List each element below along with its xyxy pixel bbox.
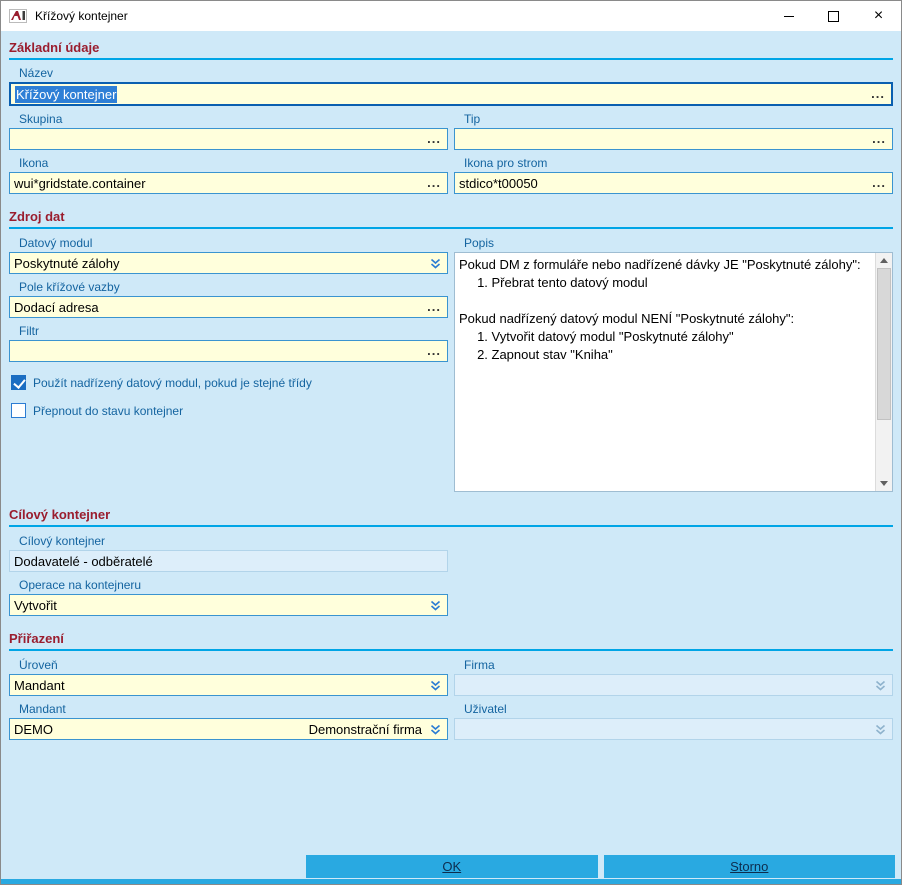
ok-button[interactable]: OK: [306, 855, 598, 878]
use-parent-dm-label: Použít nadřízený datový modul, pokud je …: [33, 375, 312, 390]
close-button[interactable]: ×: [856, 1, 901, 31]
cilovy-kontejner-label: Cílový kontejner: [19, 534, 106, 548]
switch-state-row: Přepnout do stavu kontejner: [11, 403, 448, 418]
app-icon: [9, 9, 27, 23]
uroven-label: Úroveň: [19, 658, 58, 672]
mandant-detail: Demonstrační firma: [308, 721, 422, 737]
pole-vazby-label: Pole křížové vazby: [19, 280, 120, 294]
use-parent-dm-row: Použít nadřízený datový modul, pokud je …: [11, 375, 448, 390]
ikona-label: Ikona: [19, 156, 49, 170]
title-bar: Křížový kontejner ×: [1, 1, 901, 31]
uzivatel-combo: [454, 718, 893, 740]
section-basic-header: Základní údaje: [9, 33, 893, 60]
pole-vazby-value: Dodací adresa: [14, 299, 99, 315]
uzivatel-label: Uživatel: [464, 702, 507, 716]
skupina-label: Skupina: [19, 112, 63, 126]
ikona-strom-field[interactable]: stdico*t00050 ...: [454, 172, 893, 194]
mandant-label: Mandant: [19, 702, 66, 716]
scrollbar-track[interactable]: [876, 268, 892, 476]
datovy-modul-label: Datový modul: [19, 236, 93, 250]
operace-combo[interactable]: Vytvořit: [9, 594, 448, 616]
storno-button[interactable]: Storno: [603, 855, 895, 878]
nazev-label: Název: [19, 66, 54, 80]
popis-text: Pokud DM z formuláře nebo nadřízené dávk…: [459, 257, 861, 362]
ikona-strom-label: Ikona pro strom: [464, 156, 548, 170]
scroll-up-icon: [880, 258, 888, 263]
uroven-combo[interactable]: Mandant: [9, 674, 448, 696]
tip-ellipsis-button[interactable]: ...: [869, 132, 889, 145]
ikona-ellipsis-button[interactable]: ...: [424, 176, 444, 189]
datovy-modul-dropdown-icon[interactable]: [426, 253, 444, 273]
uzivatel-dropdown-icon: [871, 719, 889, 739]
maximize-icon: [828, 10, 839, 22]
scroll-down-icon: [880, 481, 888, 486]
datovy-modul-combo[interactable]: Poskytnuté zálohy: [9, 252, 448, 274]
operace-label: Operace na kontejneru: [19, 578, 142, 592]
storno-button-label: Storno: [730, 859, 769, 874]
caption-buttons: ×: [766, 1, 901, 31]
uroven-dropdown-icon[interactable]: [426, 675, 444, 695]
mandant-combo[interactable]: DEMO Demonstrační firma: [9, 718, 448, 740]
popis-label: Popis: [464, 236, 495, 250]
minimize-icon: [783, 15, 794, 17]
ikona-field[interactable]: wui*gridstate.container ...: [9, 172, 448, 194]
uroven-value: Mandant: [14, 677, 65, 693]
pole-vazby-ellipsis-button[interactable]: ...: [424, 300, 444, 313]
minimize-button[interactable]: [766, 1, 811, 31]
ok-button-label: OK: [442, 859, 462, 874]
tip-field[interactable]: ...: [454, 128, 893, 150]
skupina-field[interactable]: ...: [9, 128, 448, 150]
scrollbar-thumb[interactable]: [877, 268, 891, 420]
firma-label: Firma: [464, 658, 495, 672]
ikona-strom-ellipsis-button[interactable]: ...: [869, 176, 889, 189]
close-icon: ×: [873, 7, 884, 24]
section-target-header: Cílový kontejner: [9, 500, 893, 527]
mandant-dropdown-icon[interactable]: [426, 719, 444, 739]
bottom-accent-bar: [1, 879, 901, 884]
firma-dropdown-icon: [871, 675, 889, 695]
filtr-label: Filtr: [19, 324, 39, 338]
ikona-strom-value: stdico*t00050: [459, 175, 538, 191]
mandant-value: DEMO: [14, 721, 53, 737]
scroll-down-button[interactable]: [876, 476, 892, 491]
cilovy-kontejner-field: Dodavatelé - odběratelé: [9, 550, 448, 572]
datovy-modul-value: Poskytnuté zálohy: [14, 255, 120, 271]
section-assignment-header: Přiřazení: [9, 624, 893, 651]
cilovy-kontejner-value: Dodavatelé - odběratelé: [14, 553, 153, 569]
ikona-value: wui*gridstate.container: [14, 175, 146, 191]
firma-combo: [454, 674, 893, 696]
nazev-value: Křížový kontejner: [15, 85, 118, 103]
popis-box: Pokud DM z formuláře nebo nadřízené dávk…: [454, 252, 893, 492]
switch-state-label: Přepnout do stavu kontejner: [33, 403, 184, 418]
switch-state-checkbox[interactable]: [11, 403, 26, 418]
operace-value: Vytvořit: [14, 597, 57, 613]
use-parent-dm-checkbox[interactable]: [11, 375, 26, 390]
skupina-ellipsis-button[interactable]: ...: [424, 132, 444, 145]
maximize-button[interactable]: [811, 1, 856, 31]
footer-button-row: OK Storno: [1, 855, 901, 878]
tip-label: Tip: [464, 112, 481, 126]
nazev-ellipsis-button[interactable]: ...: [868, 87, 888, 100]
pole-vazby-field[interactable]: Dodací adresa ...: [9, 296, 448, 318]
scroll-up-button[interactable]: [876, 253, 892, 268]
filtr-field[interactable]: ...: [9, 340, 448, 362]
section-source-header: Zdroj dat: [9, 202, 893, 229]
dialog-content: Základní údaje Název Křížový kontejner .…: [1, 31, 901, 884]
dialog-window: Křížový kontejner × Základní údaje Název…: [0, 0, 902, 885]
filtr-ellipsis-button[interactable]: ...: [424, 344, 444, 357]
nazev-field[interactable]: Křížový kontejner ...: [9, 82, 893, 106]
popis-scrollbar[interactable]: [875, 253, 892, 491]
operace-dropdown-icon[interactable]: [426, 595, 444, 615]
window-title: Křížový kontejner: [35, 9, 128, 23]
